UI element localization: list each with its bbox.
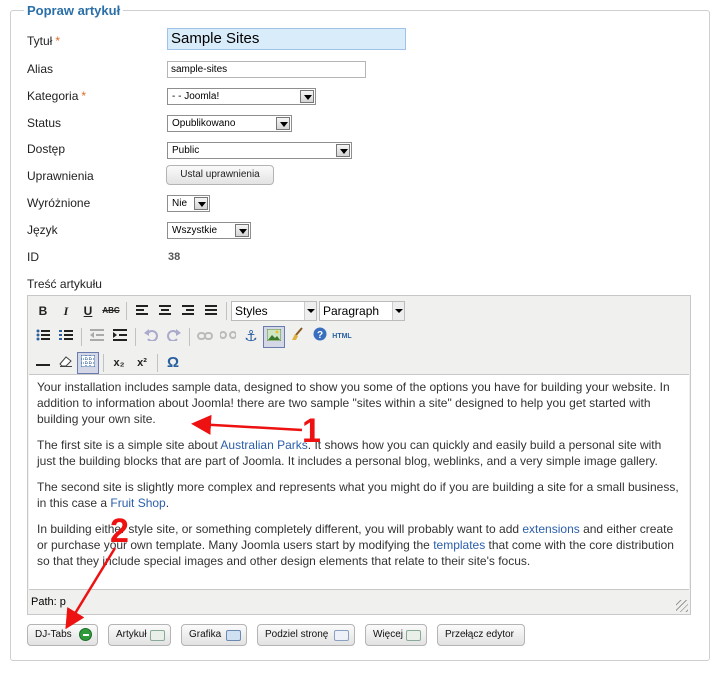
arrow-2: [65, 547, 117, 630]
annotation-number-2: 2: [110, 512, 129, 550]
annotation-number-1: 1: [302, 412, 321, 450]
annotation-arrows: [65, 414, 303, 630]
arrow-1: [191, 414, 303, 435]
